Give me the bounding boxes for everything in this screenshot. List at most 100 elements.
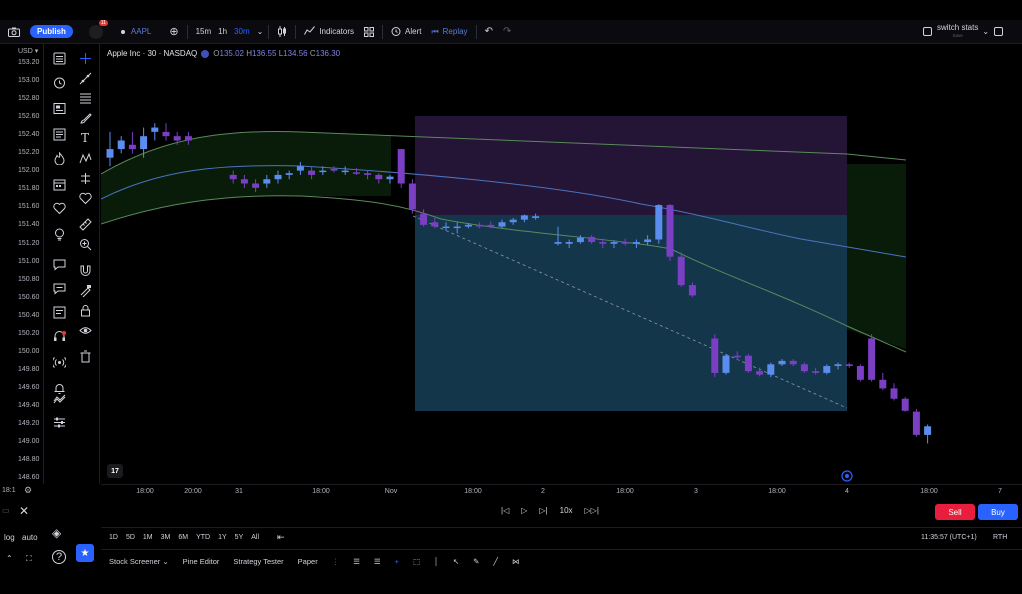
ideas-icon[interactable] <box>51 126 67 142</box>
tab-stock-screener[interactable]: Stock Screener ⌄ <box>109 557 169 566</box>
range-1d[interactable]: 1D <box>109 534 118 541</box>
trend-line-tool-icon[interactable] <box>77 70 93 86</box>
zoom-in-icon[interactable] <box>77 236 93 252</box>
streams-icon[interactable] <box>51 280 67 296</box>
session-type[interactable]: RTH <box>993 534 1007 541</box>
range-3m[interactable]: 3M <box>161 534 171 541</box>
heart-icon[interactable] <box>51 200 67 216</box>
help-icon[interactable]: ? <box>52 550 66 564</box>
price-scale[interactable]: USD ▾ 153.20 153.00 152.80 152.60 152.40 152.… <box>0 44 44 484</box>
prediction-tool-icon[interactable] <box>77 170 93 186</box>
price-chart[interactable]: Apple Inc · 30 · NASDAQ O135.02 H136.55 … <box>101 44 1022 484</box>
range-5y[interactable]: 5Y <box>235 534 244 541</box>
time-axis[interactable]: 18:00 20:00 31 18:00 Nov 18:00 2 18:00 3 18:00 4 18… <box>101 484 1022 498</box>
tab-pine-editor[interactable]: Pine Editor <box>183 557 220 566</box>
watchlist-icon[interactable] <box>51 50 67 66</box>
calendar-icon[interactable] <box>51 176 67 192</box>
chat-icon[interactable] <box>51 256 67 272</box>
layout-selector[interactable]: switch stats Save ⌄ <box>918 20 1008 44</box>
layers-tool-icon[interactable]: ☰ <box>374 557 381 566</box>
auto-scale-toggle[interactable]: auto <box>22 533 38 542</box>
crosshair-icon[interactable] <box>77 50 93 66</box>
settings-gear-icon[interactable]: ⚙ <box>24 485 32 496</box>
session-clock[interactable]: 11:35:57 (UTC+1) <box>921 534 977 541</box>
zigzag-chart-icon[interactable] <box>51 390 67 406</box>
close-icon[interactable]: ✕ <box>19 504 29 518</box>
price-label: 149.20 <box>18 420 40 427</box>
jump-to-realtime-icon[interactable]: ▷▷| <box>585 506 599 515</box>
layers-icon[interactable]: ◈ <box>52 526 61 540</box>
publish-button[interactable]: Publish <box>30 25 73 38</box>
tab-paper-trading[interactable]: Paper <box>298 557 318 566</box>
chevron-up-icon[interactable]: ⌃ <box>6 554 13 563</box>
replay-button[interactable]: ⏮ Replay <box>426 20 472 44</box>
alert-button[interactable]: Alert <box>386 20 426 44</box>
lock-drawings-icon[interactable] <box>77 282 93 298</box>
sell-button[interactable]: Sell <box>935 504 975 520</box>
lock-icon[interactable] <box>77 302 93 318</box>
candle-style-icon[interactable] <box>272 20 292 44</box>
currency-label[interactable]: USD ▾ <box>18 47 38 55</box>
ruler-icon[interactable] <box>77 216 93 232</box>
replay-speed[interactable]: 10x <box>560 506 573 515</box>
range-1m[interactable]: 1M <box>143 534 153 541</box>
jump-to-start-icon[interactable]: |◁ <box>501 506 509 515</box>
chevron-down-icon[interactable]: ⌄ <box>255 20 266 44</box>
lightbulb-icon[interactable] <box>51 226 67 242</box>
candle-body <box>509 219 517 223</box>
log-scale-toggle[interactable]: log <box>4 533 15 542</box>
range-all[interactable]: All <box>251 534 259 541</box>
range-5d[interactable]: 5D <box>126 534 135 541</box>
chart-canvas[interactable] <box>101 44 1022 484</box>
legend-visibility-icon[interactable] <box>201 49 210 58</box>
line-tool-icon[interactable]: ╱ <box>493 557 498 566</box>
fib-retracement-icon[interactable] <box>77 90 93 106</box>
go-to-date-icon[interactable]: ⇤ <box>277 532 285 543</box>
camera-icon[interactable] <box>0 20 25 44</box>
eye-icon[interactable] <box>77 322 93 338</box>
range-1y[interactable]: 1Y <box>218 534 227 541</box>
candle-body <box>924 426 932 435</box>
shapes-icon[interactable] <box>77 190 93 206</box>
range-6m[interactable]: 6M <box>178 534 188 541</box>
cursor-tool-icon[interactable]: ↖ <box>453 557 459 566</box>
magnet-icon[interactable] <box>77 262 93 278</box>
timeframe-15m[interactable]: 15m <box>191 20 217 44</box>
fib-tool-icon[interactable]: ☰ <box>353 557 360 566</box>
avatar[interactable]: 11 <box>88 19 108 39</box>
buy-button[interactable]: Buy <box>978 504 1018 520</box>
pen-tool-icon[interactable]: ✎ <box>473 557 479 566</box>
trash-icon[interactable] <box>77 348 93 364</box>
favorites-star-icon[interactable]: ★ <box>76 544 94 562</box>
messages-icon[interactable] <box>51 304 67 320</box>
step-forward-icon[interactable]: ▷| <box>539 506 547 515</box>
tab-strategy-tester[interactable]: Strategy Tester <box>233 557 283 566</box>
templates-icon[interactable] <box>359 20 379 44</box>
play-icon[interactable]: ▷ <box>521 506 527 515</box>
timeframe-30m[interactable]: 30m <box>229 20 255 44</box>
undo-icon[interactable]: ↶ <box>480 20 498 44</box>
redo-icon[interactable]: ↷ <box>498 20 516 44</box>
indicators-button[interactable]: Indicators <box>299 20 359 44</box>
headset-icon[interactable] <box>51 328 67 344</box>
add-symbol-icon[interactable]: ⊕ <box>164 20 183 44</box>
sliders-icon[interactable] <box>51 414 67 430</box>
pattern-tool-icon[interactable]: ⋈ <box>512 557 520 566</box>
rectangle-tool-icon[interactable]: ⬚ <box>413 557 420 566</box>
range-ytd[interactable]: YTD <box>196 534 210 541</box>
drag-handle-icon[interactable]: ⋮ <box>332 557 340 566</box>
broadcast-icon[interactable] <box>51 354 67 370</box>
symbol-search[interactable]: AAPL <box>116 20 156 44</box>
timeframe-1h[interactable]: 1h <box>216 20 229 44</box>
brush-icon[interactable] <box>77 110 93 126</box>
crosshair-tool-icon[interactable]: + <box>395 557 399 566</box>
alarm-clock-icon[interactable] <box>51 74 67 90</box>
text-tool-icon[interactable]: T <box>77 130 93 146</box>
news-icon[interactable] <box>51 100 67 116</box>
pattern-tool-icon[interactable] <box>77 150 93 166</box>
fullscreen-icon[interactable]: ⛶ <box>26 554 32 564</box>
tradingview-logo[interactable]: 17 <box>107 464 123 478</box>
menu-lines-icon[interactable]: ▭ <box>2 506 10 515</box>
hotlist-fire-icon[interactable] <box>51 150 67 166</box>
vertical-line-tool-icon[interactable]: │ <box>434 557 439 566</box>
